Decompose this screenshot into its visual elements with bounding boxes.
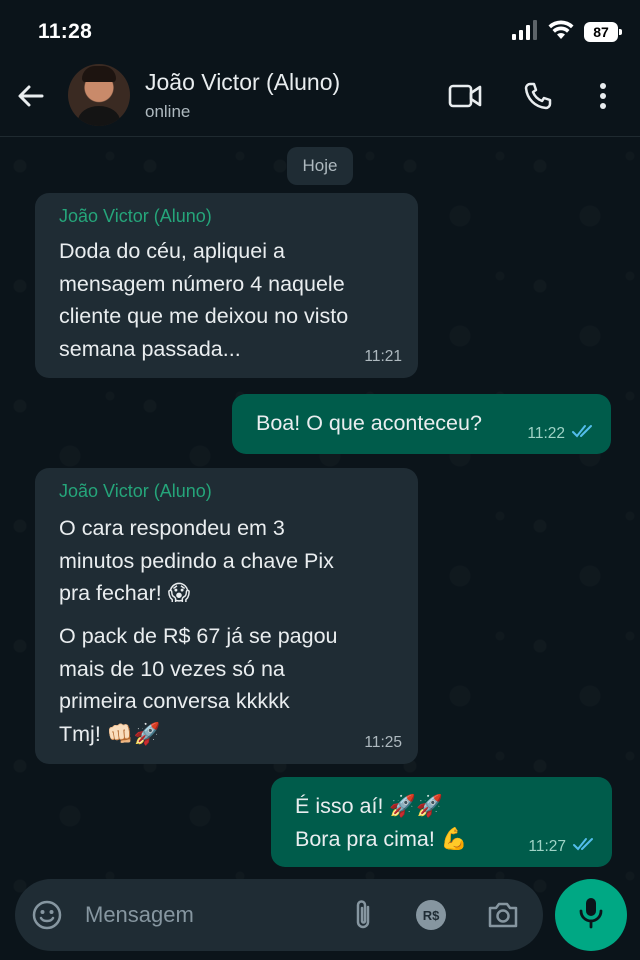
message-time: 11:22 <box>527 423 597 444</box>
avatar[interactable] <box>68 64 130 126</box>
contact-status: online <box>145 102 191 121</box>
outgoing-message[interactable]: É isso aí! 🚀🚀 Bora pra cima! 💪 11:27 <box>271 777 612 867</box>
more-options-icon[interactable] <box>585 78 621 114</box>
pix-icon[interactable]: R$ <box>413 897 449 933</box>
system-icons: 87 <box>512 19 622 45</box>
message-input[interactable]: Mensagem <box>85 902 194 928</box>
back-arrow-icon[interactable] <box>14 79 48 113</box>
message-timestamp: 11:27 <box>528 837 566 855</box>
contact-name[interactable]: João Victor (Aluno) <box>145 69 340 96</box>
pix-label: R$ <box>416 900 446 930</box>
read-receipt-icon <box>572 836 598 857</box>
video-call-icon[interactable] <box>447 78 483 114</box>
message-paragraph: O cara respondeu em 3 minutos pedindo a … <box>59 516 334 605</box>
battery-icon: 87 <box>584 22 622 42</box>
signal-icon <box>512 19 538 45</box>
message-text: Doda do céu, apliquei a mensagem número … <box>59 239 349 361</box>
date-chip: Hoje <box>287 147 353 185</box>
message-timestamp: 11:25 <box>364 734 402 751</box>
message-timestamp: 11:22 <box>527 424 565 442</box>
sender-name: João Victor (Aluno) <box>59 481 212 501</box>
attach-icon[interactable] <box>345 897 381 933</box>
message-timestamp: 11:21 <box>364 348 402 365</box>
battery-level: 87 <box>593 24 609 40</box>
outgoing-message[interactable]: Boa! O que aconteceu? 11:22 <box>232 394 611 454</box>
read-receipt-icon <box>571 423 597 444</box>
status-bar: 11:28 87 <box>0 0 640 62</box>
message-input-bar: Mensagem R$ <box>15 879 543 951</box>
message-paragraph: O pack de R$ 67 já se pagou mais de 10 v… <box>59 624 338 746</box>
phone-call-icon[interactable] <box>520 78 556 114</box>
message-text: Boa! O que aconteceu? <box>256 411 482 435</box>
chat-header: João Victor (Aluno) online <box>0 62 640 137</box>
wifi-icon <box>548 19 574 45</box>
message-text: É isso aí! 🚀🚀 Bora pra cima! 💪 <box>295 794 468 851</box>
message-time: 11:27 <box>528 836 598 857</box>
message-time: 11:25 <box>364 734 402 752</box>
incoming-message[interactable]: João Victor (Aluno) O cara respondeu em … <box>35 468 418 764</box>
camera-icon[interactable] <box>485 897 521 933</box>
status-time: 11:28 <box>38 20 93 43</box>
incoming-message[interactable]: João Victor (Aluno) Doda do céu, aplique… <box>35 193 418 378</box>
message-time: 11:21 <box>364 348 402 366</box>
emoji-icon[interactable] <box>29 897 65 933</box>
mic-button[interactable] <box>555 879 627 951</box>
mic-icon <box>578 896 604 935</box>
sender-name: João Victor (Aluno) <box>59 206 212 226</box>
